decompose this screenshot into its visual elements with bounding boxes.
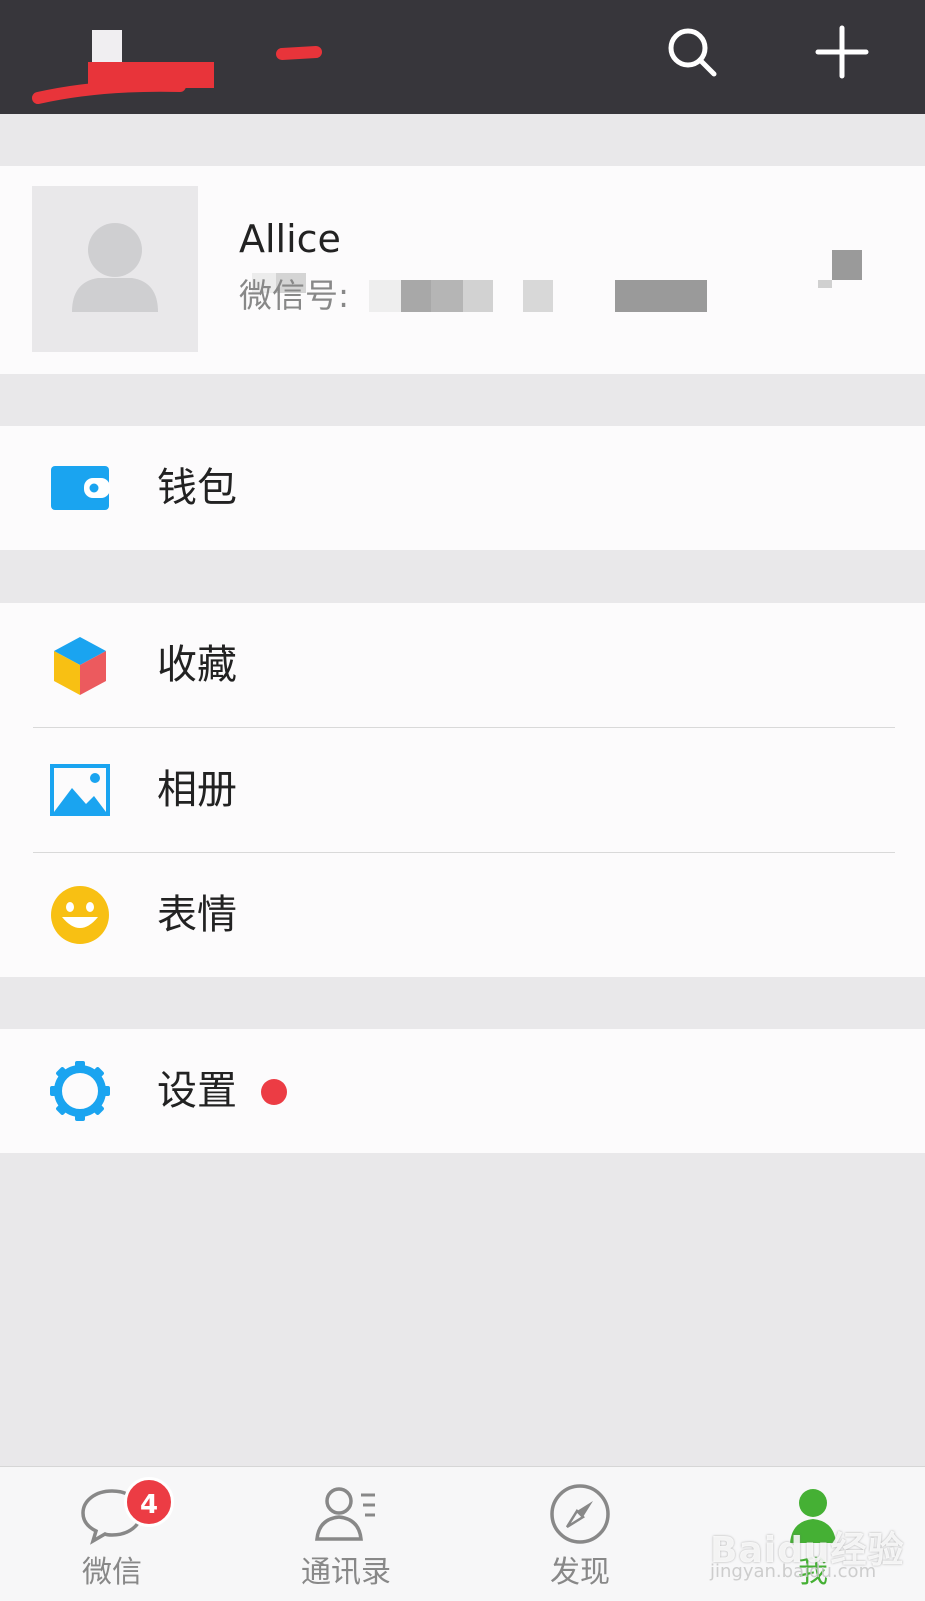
menu-label-settings: 设置 — [157, 1068, 237, 1114]
tab-discover[interactable]: 发现 — [500, 1467, 660, 1601]
profile-name: Allice — [239, 217, 341, 261]
title-redaction — [32, 30, 322, 104]
wechat-id-redaction — [523, 280, 553, 312]
settings-card: 设置 — [0, 1029, 925, 1153]
contacts-icon — [313, 1481, 379, 1547]
plus-icon[interactable] — [812, 22, 872, 82]
wechat-id-redaction — [463, 280, 493, 312]
wallet-card: 钱包 — [0, 426, 925, 550]
menu-item-settings[interactable]: 设置 — [0, 1029, 925, 1153]
default-avatar-icon — [72, 223, 158, 312]
content-card: 收藏 相册 表情 — [0, 603, 925, 977]
cube-icon — [48, 633, 112, 697]
menu-label-wallet: 钱包 — [157, 465, 237, 511]
gear-icon — [48, 1059, 112, 1123]
watermark-url: jingyan.baidu.com — [710, 1561, 877, 1582]
compass-icon — [547, 1481, 613, 1547]
menu-label-album: 相册 — [157, 767, 237, 813]
menu-item-album[interactable]: 相册 — [0, 728, 925, 852]
tab-label-discover: 发现 — [550, 1555, 610, 1590]
menu-item-wallet[interactable]: 钱包 — [0, 426, 925, 550]
wechat-id-redaction — [431, 280, 463, 312]
wechat-id-redaction — [369, 280, 401, 312]
menu-label-favorites: 收藏 — [157, 642, 237, 688]
wechat-id-redaction — [401, 280, 431, 312]
qr-code-icon[interactable] — [818, 250, 862, 290]
menu-item-stickers[interactable]: 表情 — [0, 853, 925, 977]
menu-label-stickers: 表情 — [157, 892, 237, 938]
wechat-id-row: 微信号: — [239, 276, 839, 316]
wechat-id-label: 微信号: — [239, 276, 350, 315]
profile-card[interactable]: Allice 微信号: — [0, 166, 925, 374]
tab-chats[interactable]: 4 微信 — [32, 1467, 192, 1601]
menu-item-favorites[interactable]: 收藏 — [0, 603, 925, 727]
wallet-icon — [48, 456, 112, 520]
search-icon[interactable] — [662, 22, 722, 82]
smiley-icon — [48, 883, 112, 947]
notification-dot — [261, 1079, 287, 1105]
avatar[interactable] — [32, 186, 198, 352]
tab-label-contacts: 通讯录 — [301, 1555, 391, 1590]
bottom-tab-bar: 4 微信 通讯录 发现 我 Baidu经验 jingyan.baidu.com — [0, 1466, 925, 1601]
unread-badge: 4 — [124, 1477, 174, 1527]
top-bar — [0, 0, 925, 114]
tab-label-chats: 微信 — [82, 1555, 142, 1590]
picture-icon — [48, 758, 112, 822]
wechat-id-redaction — [615, 280, 707, 312]
tab-contacts[interactable]: 通讯录 — [266, 1467, 426, 1601]
